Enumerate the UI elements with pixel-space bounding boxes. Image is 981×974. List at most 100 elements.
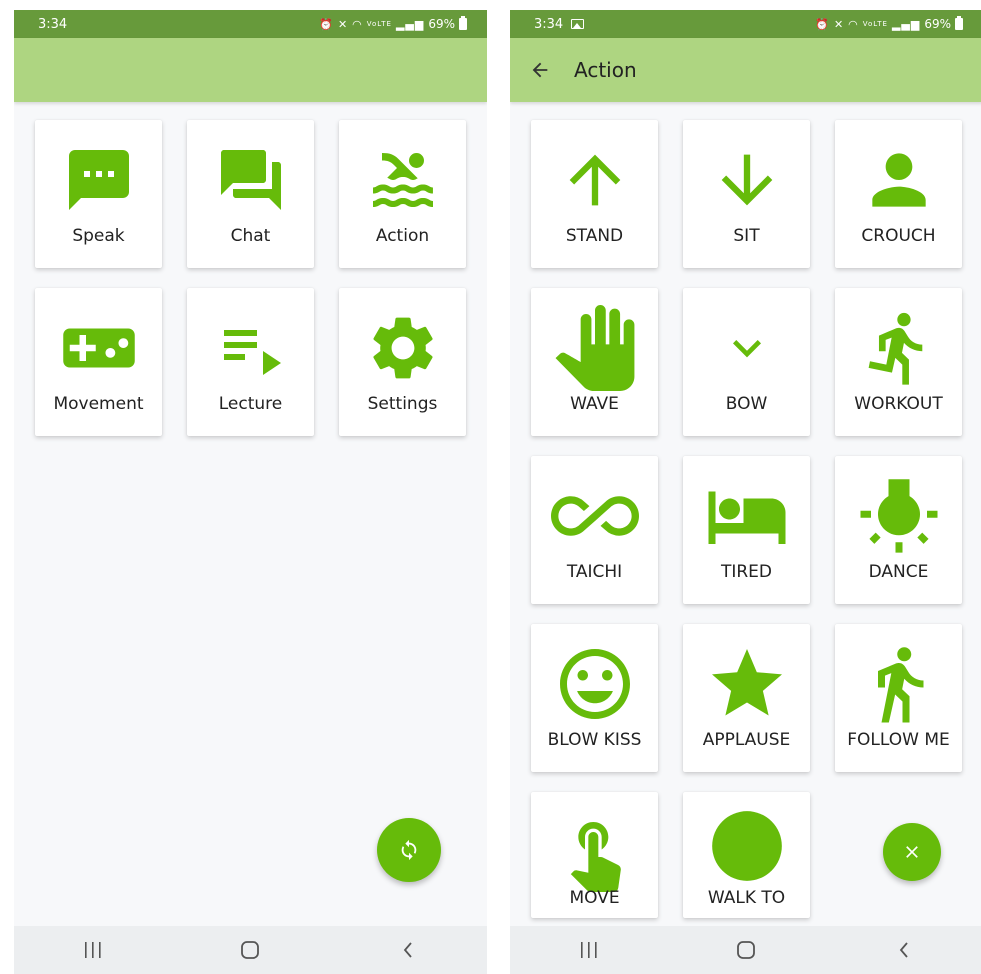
tile-label: WORKOUT <box>854 394 943 414</box>
action-screen: 3:34 ⏰ ✕ ◠ VoLTE ▂▄▆ 69% Action STAND SI… <box>510 10 981 974</box>
alarm-icon: ⏰ <box>319 17 334 31</box>
status-bar: 3:34 ⏰ ✕ ◠ VoLTE ▂▄▆ 69% <box>510 10 981 38</box>
mute-icon: ✕ <box>337 17 349 31</box>
tile-label: Chat <box>230 226 271 246</box>
status-bar: 3:34 ⏰ ✕ ◠ VoLTE ▂▄▆ 69% <box>14 10 487 38</box>
back-button[interactable] <box>874 930 934 970</box>
tile-label: Movement <box>53 394 144 414</box>
tile-follow-me[interactable]: FOLLOW ME <box>835 624 962 772</box>
infinity-icon <box>550 496 639 536</box>
tile-label: Lecture <box>218 394 283 414</box>
tile-speak[interactable]: Speak <box>35 120 162 268</box>
tile-label: WALK TO <box>707 888 786 908</box>
sync-button[interactable] <box>377 818 441 882</box>
tile-wave[interactable]: WAVE <box>531 288 658 436</box>
bed-icon <box>708 491 785 544</box>
back-icon <box>403 942 412 958</box>
tile-label: MOVE <box>569 888 620 908</box>
tile-walk-to[interactable]: WALK TO <box>683 792 810 918</box>
signal-icon: ▂▄▆ <box>395 17 425 31</box>
system-navbar <box>14 926 487 974</box>
tile-movement[interactable]: Movement <box>35 288 162 436</box>
tile-label: TAICHI <box>566 562 623 582</box>
tile-settings[interactable]: Settings <box>339 288 466 436</box>
star-icon <box>711 649 782 716</box>
tile-sit[interactable]: SIT <box>683 120 810 268</box>
tile-label: SIT <box>733 226 760 246</box>
recents-button[interactable] <box>559 930 619 970</box>
battery-percent: 69% <box>924 17 951 31</box>
tile-label: Action <box>375 226 430 246</box>
battery-icon <box>955 16 963 30</box>
back-arrow-button[interactable] <box>510 38 570 102</box>
app-bar: Action <box>510 38 981 102</box>
tile-action[interactable]: Action <box>339 120 466 268</box>
hand-icon <box>555 305 634 391</box>
recents-icon <box>84 942 101 958</box>
tile-crouch[interactable]: CROUCH <box>835 120 962 268</box>
sync-icon <box>401 839 417 861</box>
tile-label: TIRED <box>720 562 773 582</box>
message-icon <box>68 150 129 210</box>
touch-icon <box>570 822 621 892</box>
playlist-icon <box>223 330 281 375</box>
walking-icon <box>877 647 923 723</box>
smile-icon <box>559 649 630 719</box>
back-button[interactable] <box>378 930 438 970</box>
battery-percent: 69% <box>428 17 455 31</box>
tile-label: STAND <box>565 226 624 246</box>
arrow-up-icon <box>569 154 620 206</box>
tile-label: Speak <box>72 226 125 246</box>
running-icon <box>868 312 922 385</box>
tile-label: BOW <box>725 394 768 414</box>
tile-bow[interactable]: BOW <box>683 288 810 436</box>
chevron-down-icon <box>732 340 761 358</box>
tile-label: CROUCH <box>861 226 936 246</box>
gamepad-icon <box>62 328 135 368</box>
tile-taichi[interactable]: TAICHI <box>531 456 658 604</box>
tile-lecture[interactable]: Lecture <box>187 288 314 436</box>
back-icon <box>899 942 908 958</box>
chat-icon <box>220 150 281 210</box>
tile-label: Settings <box>367 394 438 414</box>
page-title: Action <box>574 58 637 82</box>
tile-label: FOLLOW ME <box>847 730 950 750</box>
tile-workout[interactable]: WORKOUT <box>835 288 962 436</box>
person-icon <box>871 153 926 207</box>
tile-blow-kiss[interactable]: BLOW KISS <box>531 624 658 772</box>
swimming-icon <box>372 152 433 207</box>
tile-move[interactable]: MOVE <box>531 792 658 918</box>
signal-icon: ▂▄▆ <box>891 17 921 31</box>
close-button[interactable] <box>883 823 941 881</box>
circle-icon <box>711 811 782 881</box>
gear-icon <box>372 317 433 379</box>
status-time: 3:34 <box>534 16 564 32</box>
arrow-back-icon <box>532 62 548 78</box>
tile-label: APPLAUSE <box>702 730 791 750</box>
wifi-icon: ◠ <box>352 17 363 31</box>
home-button[interactable] <box>220 930 280 970</box>
wifi-icon: ◠ <box>848 17 859 31</box>
app-bar <box>14 38 487 102</box>
recents-button[interactable] <box>63 930 123 970</box>
status-time: 3:34 <box>38 16 68 32</box>
tile-tired[interactable]: TIRED <box>683 456 810 604</box>
tile-dance[interactable]: DANCE <box>835 456 962 604</box>
alarm-icon: ⏰ <box>815 17 830 31</box>
recents-icon <box>580 942 597 958</box>
tile-label: DANCE <box>868 562 929 582</box>
system-navbar <box>510 926 981 974</box>
home-button[interactable] <box>716 930 776 970</box>
signal-label: VoLTE <box>366 20 392 28</box>
tile-label: WAVE <box>570 394 619 414</box>
image-notification-icon <box>571 19 585 29</box>
mute-icon: ✕ <box>833 17 845 31</box>
signal-label: VoLTE <box>862 20 888 28</box>
arrow-down-icon <box>721 154 772 206</box>
home-icon <box>737 941 756 959</box>
battery-icon <box>459 16 467 30</box>
sun-icon <box>860 479 937 553</box>
tile-stand[interactable]: STAND <box>531 120 658 268</box>
tile-chat[interactable]: Chat <box>187 120 314 268</box>
tile-applause[interactable]: APPLAUSE <box>683 624 810 772</box>
